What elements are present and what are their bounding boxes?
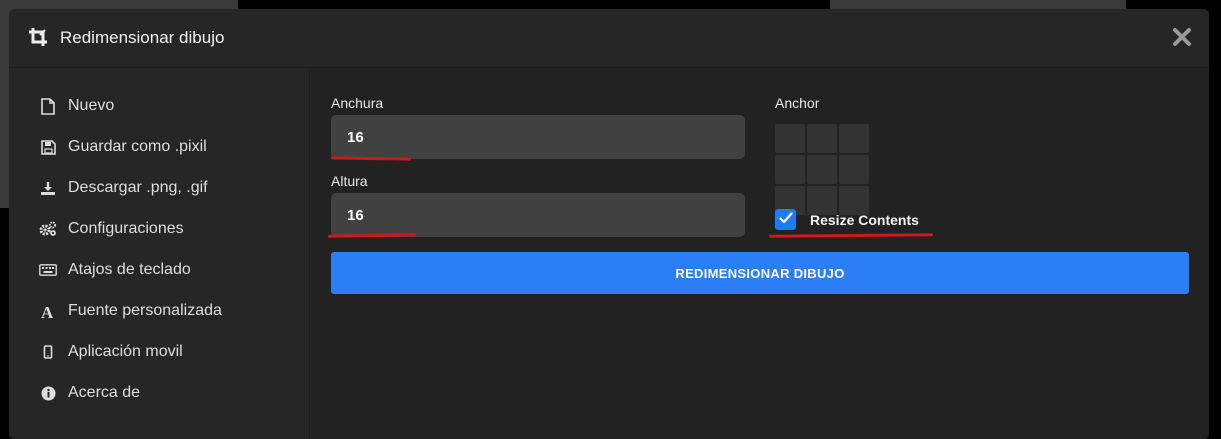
anchor-top-center[interactable] [807, 124, 837, 153]
anchor-middle-right[interactable] [839, 155, 869, 184]
anchor-top-right[interactable] [839, 124, 869, 153]
sidebar-item-label: Acerca de [68, 384, 141, 401]
gears-icon [39, 220, 57, 238]
sidebar-item-label: Guardar como .pixil [68, 138, 207, 155]
sidebar-item-acerca[interactable]: Acerca de [39, 381, 140, 405]
sidebar-item-label: Descargar .png, .gif [68, 179, 208, 196]
sidebar-menu: Nuevo Guardar como .pixil Descargar .png… [9, 69, 310, 439]
sidebar-item-atajos[interactable]: Atajos de teclado [39, 258, 191, 282]
anchor-middle-left[interactable] [775, 155, 805, 184]
anchor-bottom-center[interactable] [807, 186, 837, 215]
annotation-underline-resize [768, 233, 934, 238]
resize-contents-checkbox[interactable] [775, 209, 796, 230]
anchor-top-left[interactable] [775, 124, 805, 153]
annotation-underline-width [330, 156, 412, 161]
sidebar-item-guardar[interactable]: Guardar como .pixil [39, 135, 207, 159]
sidebar-item-nuevo[interactable]: Nuevo [39, 94, 114, 118]
resize-contents-label: Resize Contents [810, 212, 919, 228]
annotation-underline-height [327, 233, 417, 238]
resize-form: Anchura Altura Anchor Resize Contents RE… [311, 69, 1209, 439]
dialog-header: Redimensionar dibujo [9, 9, 1209, 68]
width-label: Anchura [331, 95, 384, 111]
sidebar-item-descargar[interactable]: Descargar .png, .gif [39, 176, 208, 200]
sidebar-item-aplicacion[interactable]: Aplicación movil [39, 340, 183, 364]
mobile-icon [39, 343, 57, 361]
height-label: Altura [331, 173, 368, 189]
keyboard-icon [39, 261, 57, 279]
file-icon [39, 97, 57, 115]
sidebar-item-fuente[interactable]: A Fuente personalizada [39, 299, 222, 323]
checkmark-icon [778, 211, 793, 229]
resize-dialog: Redimensionar dibujo Nuevo Guardar como … [9, 9, 1209, 439]
anchor-label: Anchor [775, 95, 820, 111]
dialog-title: Redimensionar dibujo [60, 28, 225, 47]
crop-icon [28, 27, 48, 47]
info-icon [39, 384, 57, 402]
anchor-bottom-right[interactable] [839, 186, 869, 215]
anchor-grid [775, 124, 873, 215]
sidebar-item-label: Configuraciones [68, 220, 184, 237]
anchor-center[interactable] [807, 155, 837, 184]
sidebar-item-configuraciones[interactable]: Configuraciones [39, 217, 184, 241]
download-icon [39, 179, 57, 197]
height-input[interactable] [331, 193, 745, 237]
sidebar-item-label: Fuente personalizada [68, 302, 222, 319]
width-input[interactable] [331, 115, 745, 159]
font-icon: A [39, 302, 57, 320]
sidebar-item-label: Atajos de teclado [68, 261, 191, 278]
svg-text:A: A [41, 303, 54, 319]
resize-drawing-button[interactable]: REDIMENSIONAR DIBUJO [331, 252, 1189, 294]
save-icon [39, 138, 57, 156]
close-icon[interactable] [1171, 26, 1193, 48]
sidebar-item-label: Aplicación movil [68, 343, 183, 360]
sidebar-item-label: Nuevo [68, 97, 115, 114]
